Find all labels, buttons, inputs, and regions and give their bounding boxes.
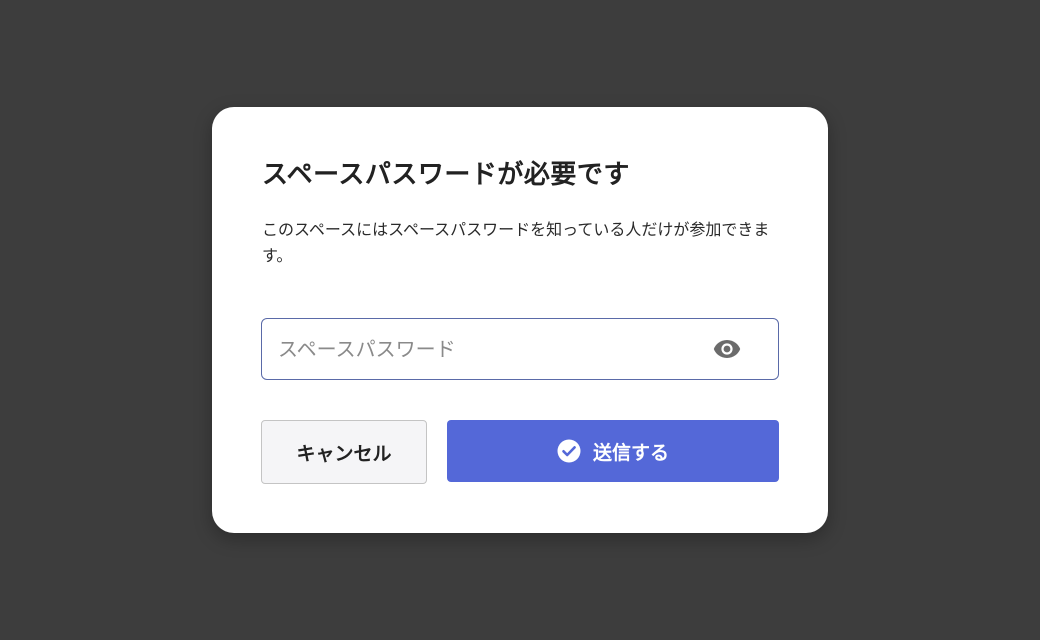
dialog-description: このスペースにはスペースパスワードを知っている人だけが参加できます。 xyxy=(262,220,770,265)
password-dialog: スペースパスワードが必要です このスペースにはスペースパスワードを知っている人だ… xyxy=(212,107,828,533)
cancel-button[interactable]: キャンセル xyxy=(261,420,427,484)
password-input[interactable] xyxy=(278,319,698,378)
eye-icon[interactable] xyxy=(712,335,742,363)
submit-button[interactable]: 送信する xyxy=(447,420,779,482)
submit-button-label: 送信する xyxy=(592,441,669,464)
check-circle-icon xyxy=(557,439,581,463)
password-field xyxy=(261,318,779,380)
modal-backdrop: スペースパスワードが必要です このスペースにはスペースパスワードを知っている人だ… xyxy=(0,0,1040,640)
dialog-title: スペースパスワードが必要です xyxy=(262,160,630,190)
